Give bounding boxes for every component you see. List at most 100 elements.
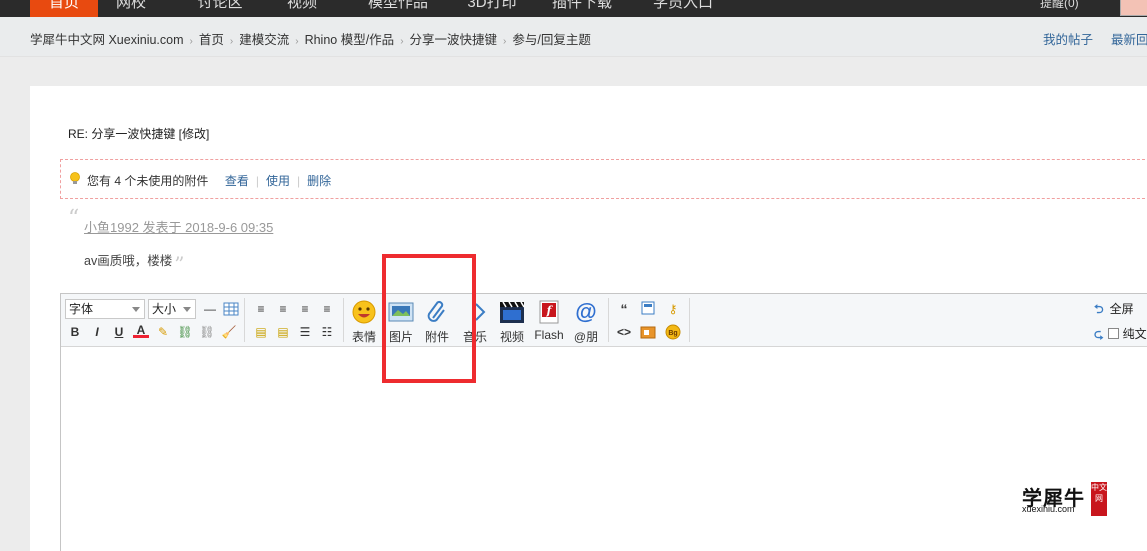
font-size-select[interactable]: 大小 — [148, 299, 196, 319]
smiley-icon — [351, 300, 377, 324]
breadcrumb: 学犀牛中文网 Xuexiniu.com › 首页 › 建模交流 › Rhino 模型/作品 ›… — [30, 29, 591, 48]
avatar[interactable] — [1120, 0, 1147, 16]
highlight-icon[interactable]: ✎ — [155, 324, 171, 340]
align-right-icon[interactable]: ≡ — [297, 301, 313, 317]
toolbar-separator — [608, 298, 609, 342]
table-icon[interactable] — [223, 301, 239, 317]
breadcrumb-separator: › — [295, 36, 299, 47]
svg-text:Bg: Bg — [668, 330, 677, 337]
emoji-label: 表情 — [351, 330, 376, 344]
font-family-value: 字体 — [69, 302, 94, 316]
quote-icon[interactable]: “ — [616, 301, 632, 317]
breadcrumb-home[interactable]: 首页 — [199, 33, 224, 47]
close-quote-icon: ” — [174, 252, 185, 276]
unordered-list-icon[interactable]: ☷ — [319, 324, 335, 340]
link-icon[interactable]: ⛓ — [177, 324, 193, 340]
reply-title: RE: 分享一波快捷键 [修改] — [68, 127, 210, 141]
breadcrumb-separator: › — [503, 36, 507, 47]
mention-label: @朋 — [573, 330, 599, 344]
key-icon[interactable]: ⚷ — [665, 301, 681, 317]
editor-toolbar: 字体 大小 — B I U A ✎ ⛓ ⛓ 🧹 ≡ ≡ ≡ ≡ ▤ ▤ ☰ ☷ … — [61, 294, 1147, 347]
quote-author[interactable]: 小鱼1992 发表于 2018-9-6 09:35 — [84, 217, 273, 236]
emoji-button[interactable]: 表情 — [346, 300, 382, 344]
flash-icon: f — [536, 300, 562, 324]
text-color-icon[interactable]: A — [133, 322, 149, 338]
code-icon[interactable]: <> — [616, 324, 632, 340]
delete-attachments-link[interactable]: 删除 — [307, 174, 331, 188]
attachment-message: 您有 4 个未使用的附件 — [87, 174, 209, 188]
chevron-down-icon — [183, 307, 191, 312]
use-attachments-link[interactable]: 使用 — [266, 174, 290, 188]
mention-button[interactable]: @ @朋 — [568, 300, 604, 345]
align-left-icon[interactable]: ≡ — [253, 301, 269, 317]
breadcrumb-modeling[interactable]: 建模交流 — [239, 33, 289, 47]
fullscreen-button[interactable]: ⮌ 全屏 — [1094, 300, 1134, 321]
plaintext-toggle[interactable]: ⮎ 纯文 — [1094, 325, 1147, 346]
breadcrumb-separator: › — [229, 36, 234, 47]
quote-text: av画质哦，楼楼 — [84, 254, 173, 268]
site-watermark: 学犀牛 xuexiniu.com 中文网 — [1016, 480, 1113, 518]
spacer: | — [219, 174, 223, 188]
align-justify-icon[interactable]: ≡ — [319, 301, 335, 317]
remind-link[interactable]: 提醒(0) — [1040, 0, 1079, 11]
nav-item-school[interactable]: 网校 — [106, 0, 156, 17]
toolbar-separator — [244, 298, 245, 342]
toolbar-separator — [343, 298, 344, 342]
fullscreen-label: 全屏 — [1109, 302, 1134, 316]
video-button[interactable]: 视频 — [494, 300, 530, 344]
breadcrumb-separator: › — [189, 36, 193, 47]
flash-button[interactable]: f Flash — [531, 300, 567, 344]
plaintext-label: 纯文 — [1122, 327, 1147, 341]
unlink-icon[interactable]: ⛓ — [199, 324, 215, 340]
open-quote-icon: “ — [68, 206, 80, 231]
font-family-select[interactable]: 字体 — [65, 299, 145, 319]
nav-item-student[interactable]: 学员入口 — [648, 0, 718, 17]
nav-item-plugins[interactable]: 插件下载 — [546, 0, 618, 17]
top-nav: 首页 网校 讨论区 视频 模型作品 3D打印 插件下载 学员入口 提醒(0) — [0, 0, 1147, 17]
background-color-icon[interactable]: Bg — [665, 324, 681, 340]
flash-label: Flash — [534, 328, 564, 342]
plaintext-checkbox[interactable] — [1107, 328, 1119, 339]
my-posts-link[interactable]: 我的帖子 — [1043, 29, 1093, 48]
breadcrumb-current: 参与/回复主题 — [512, 33, 591, 47]
quote-body: av画质哦，楼楼” — [84, 250, 184, 276]
lightbulb-icon — [70, 172, 80, 184]
ordered-list-icon[interactable]: ☰ — [297, 324, 313, 340]
attachment-highlight-box — [382, 254, 476, 383]
align-center-icon[interactable]: ≡ — [275, 301, 291, 317]
hide-content-icon[interactable] — [640, 324, 656, 340]
film-icon — [499, 300, 525, 324]
reply-editor: 字体 大小 — B I U A ✎ ⛓ ⛓ 🧹 ≡ ≡ ≡ ≡ ▤ ▤ ☰ ☷ … — [60, 293, 1147, 551]
video-label: 视频 — [499, 330, 524, 344]
float-left-icon[interactable]: ▤ — [253, 324, 269, 340]
watermark-domain: xuexiniu.com — [1022, 504, 1075, 514]
unused-attachments-notice: 您有 4 个未使用的附件 | 查看 | 使用 | 删除 — [60, 159, 1147, 199]
clear-format-icon[interactable]: 🧹 — [221, 324, 237, 340]
latest-replies-link[interactable]: 最新回 — [1111, 29, 1147, 48]
nav-item-home[interactable]: 首页 — [30, 0, 98, 17]
breadcrumb-separator: › — [400, 36, 404, 47]
undo-icon[interactable]: ⮌ — [1094, 302, 1104, 316]
font-size-value: 大小 — [152, 302, 177, 316]
breadcrumb-site[interactable]: 学犀牛中文网 Xuexiniu.com — [30, 33, 184, 47]
redo-icon[interactable]: ⮎ — [1094, 327, 1104, 341]
nav-item-models[interactable]: 模型作品 — [358, 0, 438, 17]
horizontal-rule-icon[interactable]: — — [202, 301, 218, 317]
breadcrumb-thread[interactable]: 分享一波快捷键 — [410, 33, 498, 47]
nav-item-forum[interactable]: 讨论区 — [190, 0, 250, 17]
float-right-icon[interactable]: ▤ — [275, 324, 291, 340]
nav-item-video[interactable]: 视频 — [282, 0, 322, 17]
divider: | — [296, 174, 301, 188]
breadcrumb-bar: 学犀牛中文网 Xuexiniu.com › 首页 › 建模交流 › Rhino 模型/作品 ›… — [0, 17, 1147, 57]
breadcrumb-rhino[interactable]: Rhino 模型/作品 — [305, 33, 395, 47]
bold-icon[interactable]: B — [67, 324, 83, 340]
view-attachments-link[interactable]: 查看 — [225, 174, 249, 188]
italic-icon[interactable]: I — [89, 324, 105, 340]
free-block-icon[interactable] — [640, 301, 656, 317]
attachment-message-row: 您有 4 个未使用的附件 | 查看 | 使用 | 删除 — [87, 172, 331, 189]
editor-textarea[interactable] — [61, 348, 1147, 551]
chevron-down-icon — [132, 307, 140, 312]
divider: | — [255, 174, 259, 188]
nav-item-3dprint[interactable]: 3D打印 — [462, 0, 522, 17]
underline-icon[interactable]: U — [111, 324, 127, 340]
